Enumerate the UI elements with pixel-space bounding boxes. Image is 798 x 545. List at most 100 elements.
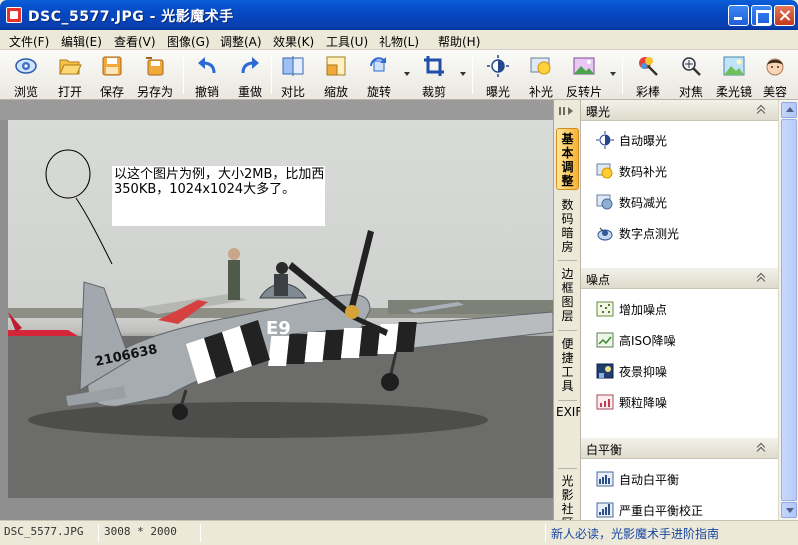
open-button[interactable]: 打开: [50, 52, 90, 99]
browse-button[interactable]: 浏览: [6, 52, 46, 99]
toolbar-separator: [622, 54, 623, 94]
item-high-iso-denoise[interactable]: 高ISO降噪: [593, 328, 773, 352]
compare-icon: [282, 56, 304, 76]
item-auto-white-balance[interactable]: 自动白平衡: [593, 467, 773, 491]
soft-lens-button[interactable]: 柔光镜: [714, 52, 754, 99]
tab-community[interactable]: 光影社区: [556, 474, 579, 520]
section-exposure-header[interactable]: 曝光: [581, 100, 779, 121]
status-divider: [98, 524, 99, 542]
image-canvas[interactable]: E9 2106638 以这个图片为例，大小2MB，比加西350KB，1024x1…: [0, 100, 553, 520]
tab-basic-adjust[interactable]: 基本调整: [556, 128, 579, 190]
fill-light-button[interactable]: 补光: [521, 52, 561, 99]
item-severe-white-balance-correction[interactable]: 严重白平衡校正: [593, 498, 773, 522]
menu-help[interactable]: 帮助(H): [438, 33, 480, 50]
maximize-button[interactable]: [751, 5, 772, 26]
menu-file[interactable]: 文件(F): [9, 33, 49, 50]
item-grain-denoise[interactable]: 颗粒降噪: [593, 390, 773, 414]
auto-exposure-icon: [596, 131, 614, 149]
beauty-button[interactable]: 美容: [757, 52, 793, 98]
crop-dropdown-arrow[interactable]: [460, 72, 466, 76]
item-spot-metering[interactable]: 数字点测光: [593, 221, 773, 245]
focus-button[interactable]: 对焦: [671, 52, 711, 99]
resize-icon: [326, 56, 346, 76]
menu-gifts[interactable]: 礼物(L): [379, 33, 419, 50]
rotate-dropdown-arrow[interactable]: [404, 72, 410, 76]
close-button[interactable]: [774, 5, 795, 26]
annotation-drawing: [45, 149, 113, 265]
eye-icon: [15, 58, 37, 74]
fill-light-icon: [530, 57, 551, 75]
save-as-icon: [146, 57, 164, 76]
toolbar-separator: [271, 54, 272, 94]
beginner-guide-link[interactable]: 新人必读，光影魔术手进阶指南: [551, 525, 719, 542]
tab-exif[interactable]: EXIF: [556, 406, 582, 466]
focus-icon: [682, 57, 701, 76]
menu-view[interactable]: 查看(V): [114, 33, 156, 50]
tab-digital-darkroom[interactable]: 数码暗房: [556, 198, 579, 258]
reverse-film-dropdown-arrow[interactable]: [610, 72, 616, 76]
menu-effects[interactable]: 效果(K): [273, 33, 314, 50]
status-dimensions: 3008 * 2000: [104, 525, 177, 538]
item-night-denoise[interactable]: 夜景抑噪: [593, 359, 773, 383]
scroll-thumb[interactable]: [781, 119, 797, 501]
panel-collapse-grip-icon[interactable]: [557, 104, 577, 118]
item-digital-fill-light[interactable]: 数码补光: [593, 159, 773, 183]
collapse-chevron-icon[interactable]: [757, 105, 767, 115]
exposure-button[interactable]: 曝光: [478, 52, 518, 99]
status-divider: [200, 524, 201, 542]
item-digital-reduce-light[interactable]: 数码减光: [593, 190, 773, 214]
collapse-chevron-icon[interactable]: [757, 443, 767, 453]
tab-separator: [558, 468, 577, 469]
maximize-icon: [752, 6, 771, 25]
menu-adjust[interactable]: 调整(A): [220, 33, 262, 50]
toolbar: 浏览 打开 保存 另存为 撤销 重做 对比 缩放 旋转 裁剪 曝光 补光 反转片…: [0, 50, 798, 100]
item-add-noise[interactable]: 增加噪点: [593, 297, 773, 321]
high-iso-denoise-icon: [596, 332, 614, 348]
tab-separator: [558, 400, 577, 401]
add-noise-icon: [596, 301, 614, 317]
minimize-button[interactable]: [728, 5, 749, 26]
redo-arrow-icon: [241, 57, 259, 74]
scroll-up-arrow-icon[interactable]: [781, 102, 797, 118]
color-stick-button[interactable]: 彩棒: [628, 52, 668, 99]
tab-quick-tools[interactable]: 便捷工具: [556, 337, 579, 397]
soft-lens-icon: [723, 56, 745, 76]
reverse-film-button[interactable]: 反转片: [564, 52, 604, 99]
tab-separator: [558, 260, 577, 261]
undo-button[interactable]: 撤销: [187, 52, 227, 99]
title-bar: DSC_5577.JPG - 光影魔术手: [0, 0, 798, 30]
crop-button[interactable]: 裁剪: [414, 52, 454, 99]
white-balance-correction-icon: [596, 502, 614, 518]
rotate-button[interactable]: 旋转: [359, 52, 399, 99]
status-bar: DSC_5577.JPG 3008 * 2000 新人必读，光影魔术手进阶指南: [0, 520, 798, 545]
save-disk-icon: [102, 56, 122, 76]
redo-button[interactable]: 重做: [230, 52, 270, 99]
section-noise-header[interactable]: 噪点: [581, 268, 779, 289]
window-title: DSC_5577.JPG - 光影魔术手: [28, 9, 234, 25]
tab-frame-layers[interactable]: 边框图层: [556, 267, 579, 327]
adjust-panel: 曝光 自动曝光 数码补光 数码减光 数字点测光 噪点 增加噪点 高ISO降噪 夜…: [580, 100, 779, 522]
scroll-down-arrow-icon[interactable]: [781, 502, 797, 518]
beauty-face-icon: [766, 58, 784, 76]
night-denoise-icon: [596, 363, 614, 379]
compare-button[interactable]: 对比: [273, 52, 313, 99]
auto-white-balance-icon: [596, 471, 614, 487]
collapse-chevron-icon[interactable]: [757, 273, 767, 283]
minimize-icon: [729, 6, 748, 25]
panel-scrollbar[interactable]: [778, 100, 798, 520]
exposure-icon: [487, 55, 509, 77]
save-as-button[interactable]: 另存为: [135, 52, 175, 99]
menu-edit[interactable]: 编辑(E): [61, 33, 102, 50]
item-auto-exposure[interactable]: 自动曝光: [593, 128, 773, 152]
menu-image[interactable]: 图像(G): [167, 33, 210, 50]
toolbar-separator: [183, 54, 184, 94]
menu-tools[interactable]: 工具(U): [326, 33, 368, 50]
toolbar-separator: [472, 54, 473, 94]
resize-button[interactable]: 缩放: [316, 52, 356, 99]
status-divider: [545, 524, 546, 542]
crop-icon: [424, 56, 444, 76]
save-button[interactable]: 保存: [92, 52, 132, 99]
section-white-balance-header[interactable]: 白平衡: [581, 438, 779, 459]
annotation-text: 以这个图片为例，大小2MB，比加西350KB，1024x1024大多了。: [114, 167, 325, 197]
rotate-icon: [370, 57, 386, 72]
